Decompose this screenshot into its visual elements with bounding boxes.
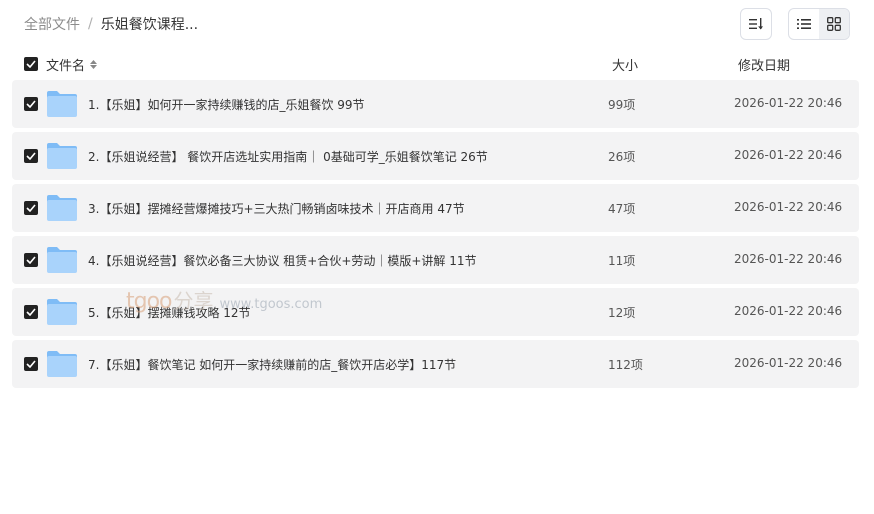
row-checkbox[interactable]: [24, 149, 38, 163]
file-size: 47项: [608, 202, 636, 216]
file-date: 2026-01-22 20:46: [734, 148, 843, 162]
file-size: 12项: [608, 306, 636, 320]
file-date: 2026-01-22 20:46: [734, 96, 843, 110]
folder-icon: [47, 351, 77, 377]
breadcrumb-current: 乐姐餐饮课程...: [100, 17, 199, 33]
folder-icon: [47, 143, 77, 169]
column-size-header[interactable]: 大小: [612, 55, 638, 74]
file-date: 2026-01-22 20:46: [734, 356, 843, 370]
breadcrumb-root-link[interactable]: 全部文件: [24, 14, 80, 34]
column-name-label: 文件名: [46, 59, 86, 74]
row-checkbox[interactable]: [24, 97, 38, 111]
checkmark-icon: [26, 256, 36, 264]
folder-icon: [47, 195, 77, 221]
row-checkbox[interactable]: [24, 201, 38, 215]
file-row[interactable]: 7.【乐姐】餐饮笔记 如何开一家持续赚前的店_餐饮开店必学】117节 112项 20…: [12, 340, 859, 388]
file-name[interactable]: 5.【乐姐】摆摊赚钱攻略 12节: [88, 304, 251, 321]
grid-view-icon: [827, 17, 841, 31]
grid-view-button[interactable]: [819, 9, 849, 39]
sort-button[interactable]: [740, 8, 772, 40]
folder-icon: [47, 299, 77, 325]
breadcrumb-separator: /: [88, 16, 93, 32]
file-size: 112项: [608, 358, 643, 372]
folder-icon: [47, 247, 77, 273]
folder-body: [47, 200, 77, 221]
checkmark-icon: [26, 100, 36, 108]
file-list-header: 文件名 大小 修改日期: [12, 52, 859, 76]
file-name[interactable]: 4.【乐姐说经营】餐饮必备三大协议 租赁+合伙+劳动｜模版+讲解 11节: [88, 252, 477, 269]
file-size: 26项: [608, 150, 636, 164]
file-date: 2026-01-22 20:46: [734, 304, 843, 318]
sort-list-icon: [749, 18, 763, 30]
checkmark-icon: [26, 204, 36, 212]
file-row[interactable]: 5.【乐姐】摆摊赚钱攻略 12节 12项 2026-01-22 20:46: [12, 288, 859, 336]
file-size: 99项: [608, 98, 636, 112]
file-row[interactable]: 4.【乐姐说经营】餐饮必备三大协议 租赁+合伙+劳动｜模版+讲解 11节 11项 2…: [12, 236, 859, 284]
list-view-button[interactable]: [789, 9, 819, 39]
file-size: 11项: [608, 254, 636, 268]
file-date: 2026-01-22 20:46: [734, 252, 843, 266]
list-view-icon: [797, 19, 811, 29]
folder-body: [47, 356, 77, 377]
folder-body: [47, 148, 77, 169]
folder-icon: [47, 91, 77, 117]
select-all-checkbox[interactable]: [24, 57, 38, 71]
row-checkbox[interactable]: [24, 305, 38, 319]
row-checkbox[interactable]: [24, 253, 38, 267]
checkmark-icon: [26, 152, 36, 160]
column-date-header[interactable]: 修改日期: [738, 55, 790, 74]
file-name[interactable]: 2.【乐姐说经营】 餐饮开店选址实用指南｜ 0基础可学_乐姐餐饮笔记 26节: [88, 148, 488, 165]
row-checkbox[interactable]: [24, 357, 38, 371]
column-name-header[interactable]: 文件名: [46, 55, 98, 74]
breadcrumb: 全部文件 / 乐姐餐饮课程...: [24, 14, 198, 34]
file-list: 1.【乐姐】如何开一家持续赚钱的店_乐姐餐饮 99节 99项 2026-01-22 …: [12, 80, 859, 392]
file-name[interactable]: 1.【乐姐】如何开一家持续赚钱的店_乐姐餐饮 99节: [88, 96, 365, 113]
folder-body: [47, 304, 77, 325]
file-name[interactable]: 7.【乐姐】餐饮笔记 如何开一家持续赚前的店_餐饮开店必学】117节: [88, 356, 456, 373]
file-name[interactable]: 3.【乐姐】摆摊经营爆摊技巧+三大热门畅销卤味技术｜开店商用 47节: [88, 200, 465, 217]
checkmark-icon: [26, 308, 36, 316]
file-date: 2026-01-22 20:46: [734, 200, 843, 214]
view-mode-toggle: [788, 8, 850, 40]
checkmark-icon: [26, 360, 36, 368]
checkmark-icon: [26, 60, 36, 68]
file-row[interactable]: 1.【乐姐】如何开一家持续赚钱的店_乐姐餐饮 99节 99项 2026-01-22 …: [12, 80, 859, 128]
file-row[interactable]: 2.【乐姐说经营】 餐饮开店选址实用指南｜ 0基础可学_乐姐餐饮笔记 26节 26…: [12, 132, 859, 180]
file-row[interactable]: 3.【乐姐】摆摊经营爆摊技巧+三大热门畅销卤味技术｜开店商用 47节 47项 202…: [12, 184, 859, 232]
folder-body: [47, 252, 77, 273]
sort-caret-icon: [90, 60, 98, 69]
folder-body: [47, 96, 77, 117]
